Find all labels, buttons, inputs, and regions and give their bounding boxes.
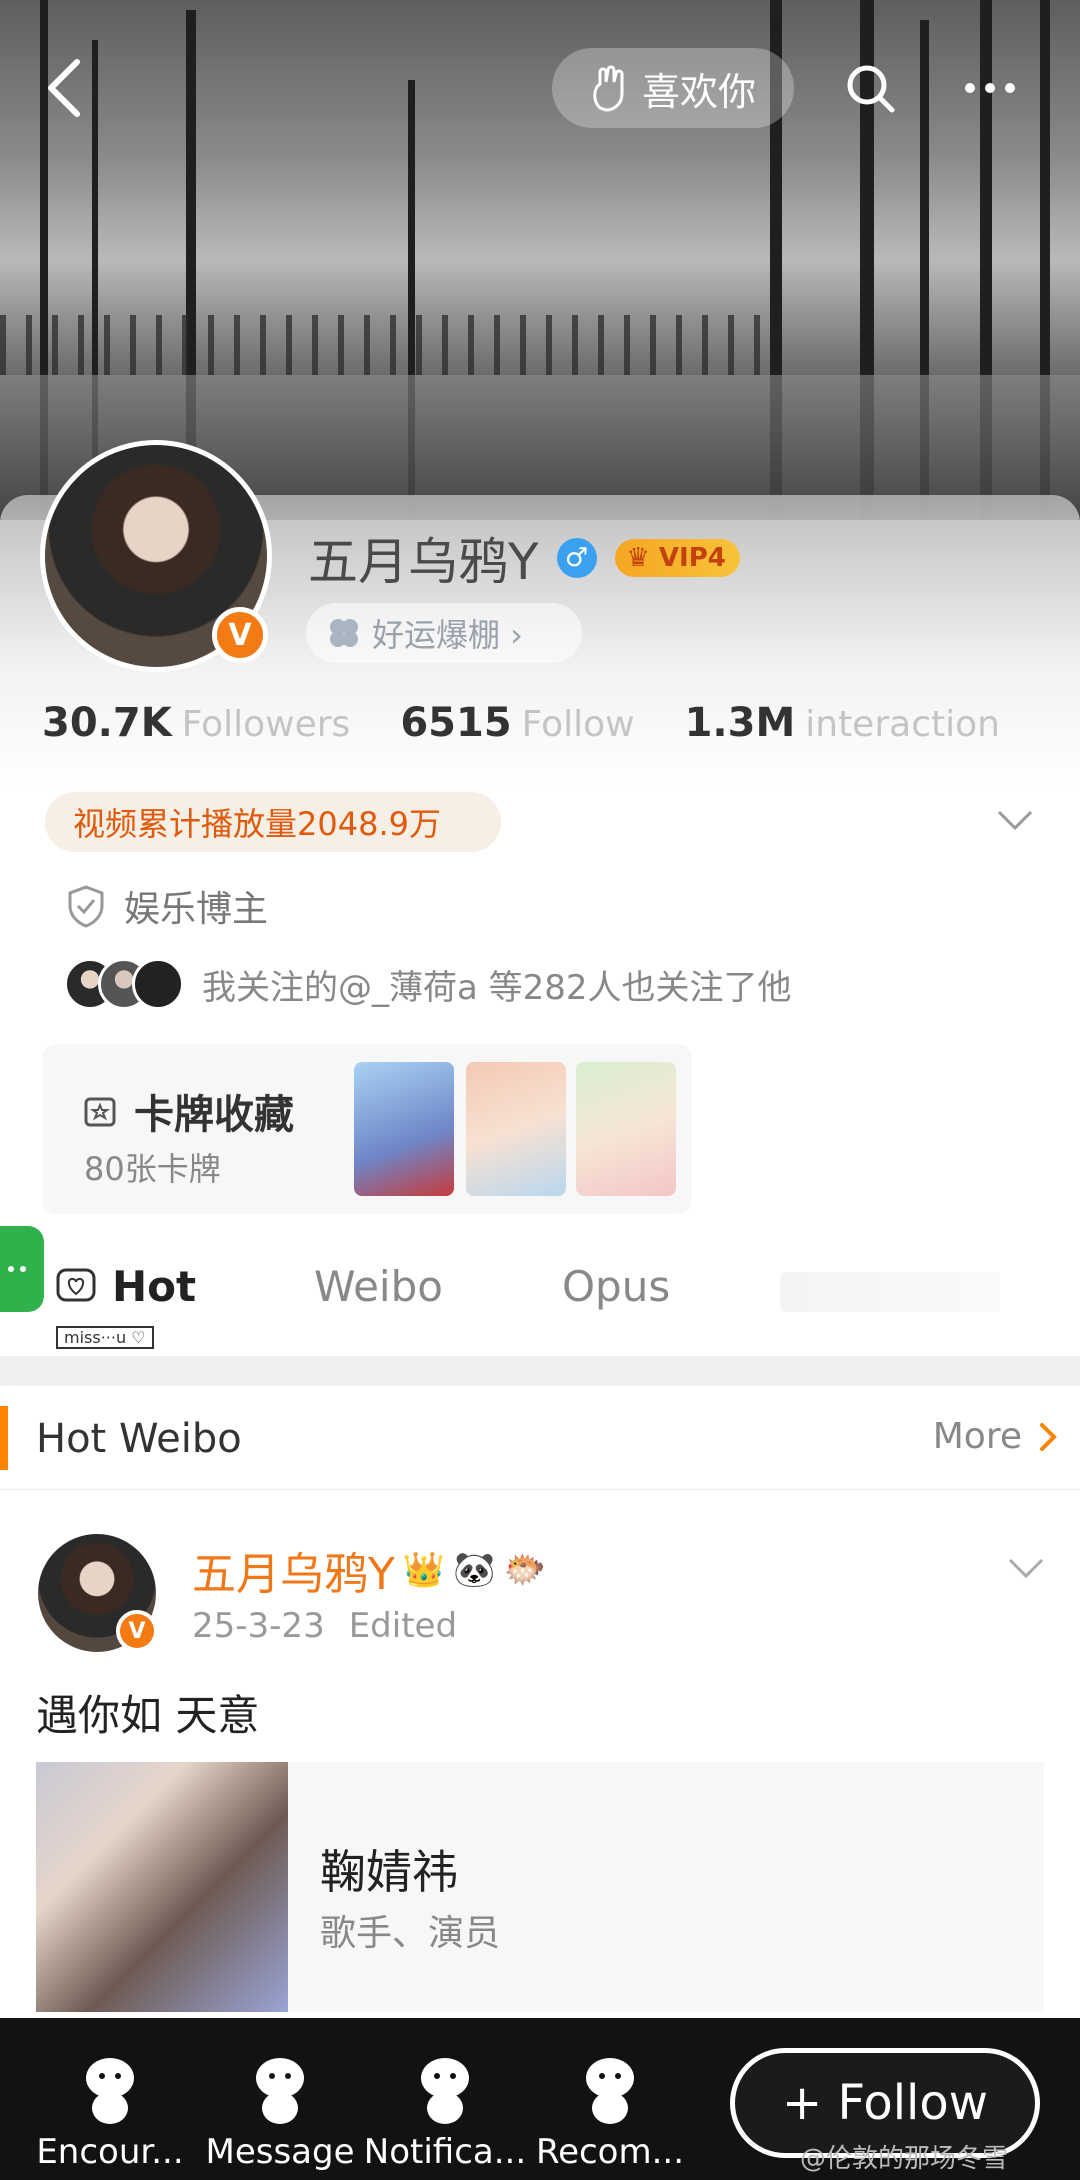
hand-heart-icon	[593, 65, 624, 112]
vip-label: VIP4	[658, 543, 726, 573]
more-dots-icon	[965, 83, 1015, 93]
profile-tabs: Hot miss···u ♡ Weibo Opus	[0, 1232, 1080, 1352]
fence-silhouette	[0, 315, 760, 375]
puppy-icon	[421, 2058, 469, 2124]
referenced-subtitle: 歌手、演员	[320, 1913, 501, 1954]
chevron-right-icon	[1040, 1422, 1057, 1451]
luck-tag-label: 好运爆棚 ›	[372, 616, 523, 654]
referenced-profile-card[interactable]: 鞠婧祎 歌手、演员	[36, 1762, 1044, 2012]
role-label: 娱乐博主	[124, 889, 269, 930]
nav-message-label: Message	[205, 2132, 355, 2172]
stat-value: 1.3M	[684, 700, 796, 746]
weibo-post: V 五月乌鸦Y 👑 🐼 🐡 25-3-23 Edited 遇你如 天意 鞠婧祎 …	[0, 1490, 1080, 2020]
card-icon	[84, 1097, 116, 1127]
stat-value: 6515	[400, 700, 512, 746]
watermark: @伦敦的那场冬雪	[800, 2144, 1009, 2174]
video-play-stat[interactable]: 视频累计播放量2048.9万	[45, 792, 501, 852]
stat-label: Followers	[181, 704, 351, 745]
more-options-button[interactable]	[950, 48, 1030, 128]
card-thumbnail[interactable]	[466, 1062, 566, 1196]
nav-recommend[interactable]: Recom...	[525, 2018, 695, 2180]
post-edited: Edited	[348, 1606, 458, 1646]
profile-name: 五月乌鸦Y	[308, 533, 539, 591]
tab-opus[interactable]: Opus	[562, 1262, 670, 1311]
back-button[interactable]	[28, 48, 98, 128]
verified-badge-icon: V	[116, 1610, 158, 1652]
puppy-icon	[586, 2058, 634, 2124]
post-author-name: 五月乌鸦Y	[192, 1549, 395, 1600]
puppy-icon	[86, 2058, 134, 2124]
like-you-button[interactable]: 喜欢你	[552, 48, 794, 128]
post-meta: 25-3-23 Edited	[192, 1606, 457, 1646]
search-button[interactable]	[830, 48, 910, 128]
male-gender-icon: ♂	[556, 538, 597, 578]
mutual-avatars	[64, 958, 184, 1010]
nav-notification[interactable]: Notifica...	[360, 2018, 530, 2180]
mutual-followers-row[interactable]: 我关注的@_薄荷a 等282人也关注了他	[64, 958, 792, 1010]
nav-encourage[interactable]: Encour...	[25, 2018, 195, 2180]
tab-sticker: miss···u ♡	[56, 1326, 154, 1349]
panda-icon: 🐼	[453, 1550, 496, 1590]
heart-sticker-icon	[56, 1268, 96, 1301]
tab-weibo[interactable]: Weibo	[314, 1262, 443, 1311]
like-you-label: 喜欢你	[641, 69, 756, 114]
card-title-label: 卡牌收藏	[134, 1092, 294, 1138]
stat-label: interaction	[805, 704, 1000, 745]
profile-name-row: 五月乌鸦Y ♂ ♛ VIP4	[308, 522, 740, 594]
nav-notification-label: Notifica...	[363, 2132, 527, 2172]
mutual-text: 我关注的@_薄荷a 等282人也关注了他	[202, 967, 792, 1008]
stat-label: Follow	[521, 704, 635, 745]
card-thumbnail[interactable]	[576, 1062, 676, 1196]
search-icon	[847, 65, 895, 113]
post-author-row[interactable]: 五月乌鸦Y 👑 🐼 🐡	[192, 1538, 546, 1602]
role-row: 娱乐博主	[66, 880, 268, 932]
nav-recommend-label: Recom...	[535, 2132, 685, 2172]
referenced-name: 鞠婧祎	[320, 1845, 458, 1899]
expand-chevron-icon[interactable]	[995, 800, 1035, 841]
back-arrow-icon	[48, 59, 80, 117]
post-menu-chevron-icon[interactable]	[1006, 1548, 1046, 1589]
stat-follow[interactable]: 6515 Follow	[400, 700, 634, 746]
more-link[interactable]: More	[933, 1416, 1058, 1457]
card-count: 80张卡牌	[84, 1150, 221, 1188]
card-collection[interactable]: 卡牌收藏 80张卡牌	[42, 1044, 692, 1214]
hot-weibo-header: Hot Weibo More	[0, 1386, 1080, 1490]
nav-message[interactable]: Message	[195, 2018, 365, 2180]
profile-stats: 30.7K Followers 6515 Follow 1.3M interactio…	[42, 700, 1000, 746]
nav-encourage-label: Encour...	[36, 2132, 184, 2172]
tab-obscured	[780, 1272, 1000, 1312]
tab-hot-label: Hot	[112, 1262, 197, 1311]
post-text: 遇你如 天意	[36, 1691, 260, 1740]
referenced-profile-photo	[36, 1762, 288, 2012]
fish-icon: 🐡	[503, 1550, 546, 1590]
crown-icon: 👑	[402, 1550, 446, 1590]
post-date: 25-3-23	[192, 1606, 325, 1646]
vip-badge[interactable]: ♛ VIP4	[614, 539, 740, 577]
card-collection-title: 卡牌收藏	[80, 1082, 294, 1140]
stat-followers[interactable]: 30.7K Followers	[42, 700, 350, 746]
shield-check-icon	[68, 885, 104, 928]
section-divider	[0, 1356, 1080, 1386]
mini-avatar	[132, 958, 184, 1010]
tab-hot[interactable]: Hot	[54, 1262, 196, 1311]
hot-weibo-title: Hot Weibo	[36, 1416, 242, 1462]
puppy-icon	[256, 2058, 304, 2124]
section-accent-bar	[0, 1406, 8, 1470]
card-thumbnail[interactable]	[354, 1062, 454, 1196]
clover-icon	[330, 619, 358, 647]
more-label: More	[932, 1416, 1022, 1457]
luck-tag[interactable]: 好运爆棚 ›	[306, 603, 582, 663]
stat-interaction[interactable]: 1.3M interaction	[685, 700, 1000, 746]
stat-value: 30.7K	[42, 700, 172, 746]
verified-badge-icon: V	[212, 607, 268, 663]
